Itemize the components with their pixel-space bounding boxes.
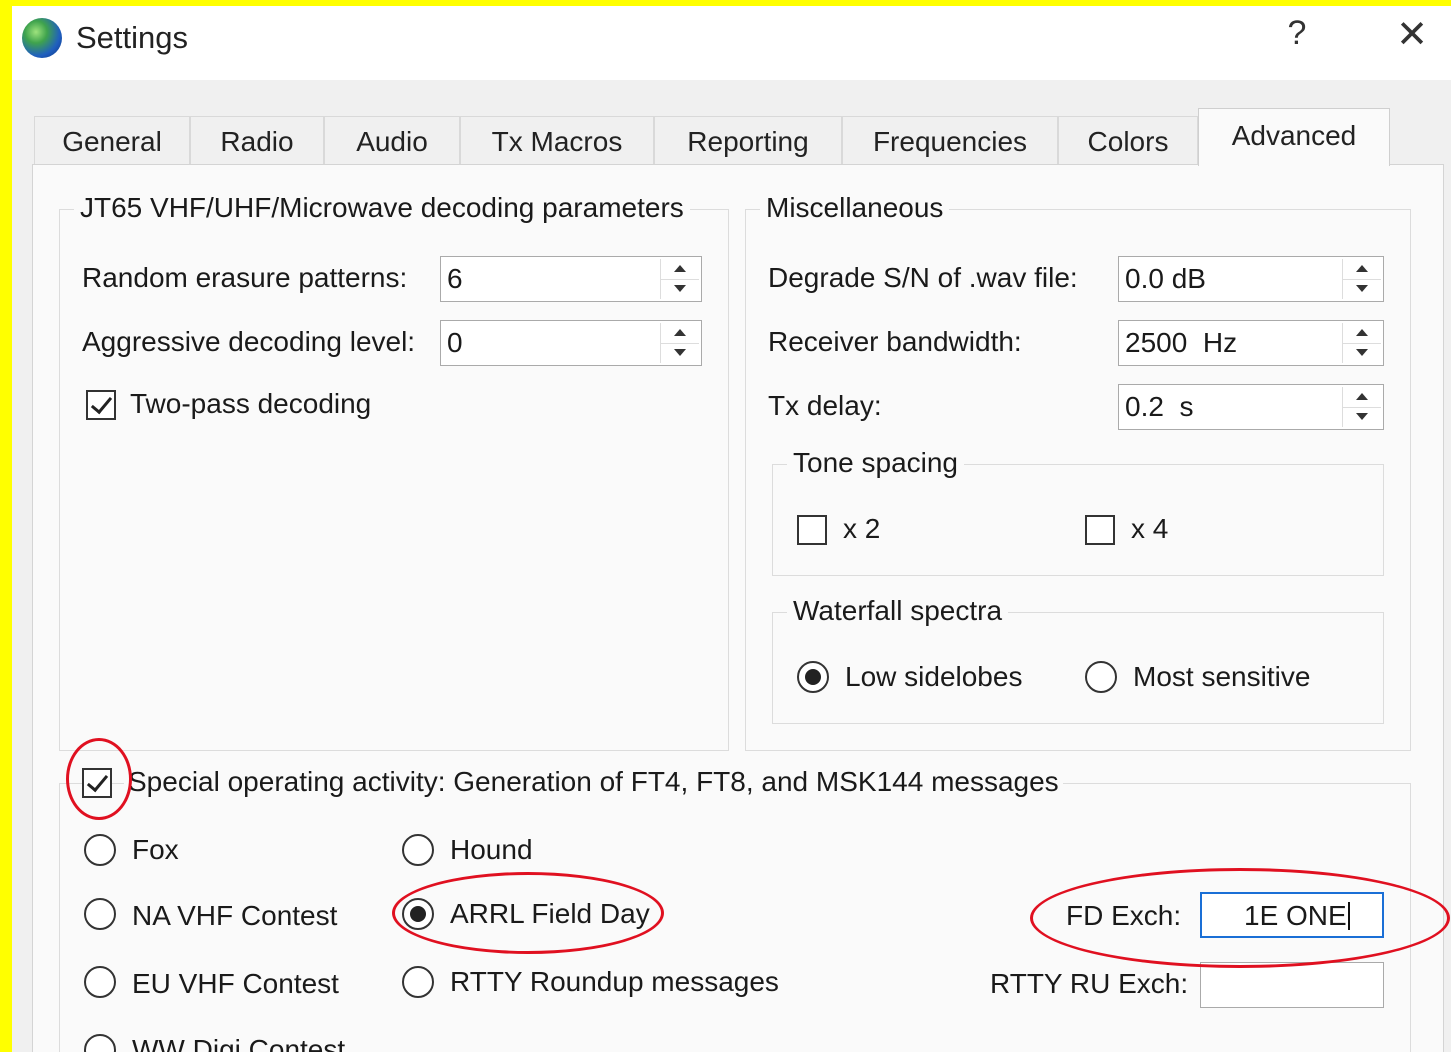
spin-down-arrow-icon[interactable] (1343, 343, 1381, 363)
aggressive-spin-buttons (660, 323, 699, 363)
most-sensitive-radio[interactable] (1085, 661, 1117, 693)
jt65-group-title: JT65 VHF/UHF/Microwave decoding paramete… (74, 192, 690, 224)
bandwidth-spin-buttons (1342, 323, 1381, 363)
aggressive-value: 0 (447, 327, 463, 358)
bandwidth-value: 2500 Hz (1125, 327, 1238, 358)
fd-exch-input[interactable]: 1E ONE (1200, 892, 1384, 938)
hound-radio[interactable] (402, 834, 434, 866)
bandwidth-label: Receiver bandwidth: (768, 326, 1022, 357)
spin-up-arrow-icon[interactable] (661, 259, 699, 280)
spin-down-arrow-icon[interactable] (1343, 279, 1381, 299)
waterfall-title: Waterfall spectra (787, 595, 1009, 627)
na-vhf-radio[interactable] (84, 898, 116, 930)
fd-exch-value: 1E ONE (1244, 900, 1350, 932)
radio-selected-dot-icon (805, 669, 821, 685)
misc-group-title: Miscellaneous (760, 192, 950, 224)
tab-audio[interactable]: Audio (324, 116, 460, 166)
fd-exch-label: FD Exch: (1066, 900, 1182, 931)
na-vhf-label: NA VHF Contest (132, 900, 338, 931)
special-activity-checkbox[interactable] (82, 768, 112, 798)
text-caret (1347, 902, 1350, 930)
tab-general[interactable]: General (34, 116, 190, 166)
checkmark-icon (90, 391, 113, 415)
aggressive-label: Aggressive decoding level: (82, 326, 416, 357)
spin-down-arrow-icon[interactable] (661, 279, 699, 299)
spin-up-arrow-icon[interactable] (1343, 323, 1381, 344)
jt65-group: JT65 VHF/UHF/Microwave decoding paramete… (59, 192, 729, 751)
txdelay-spinbox[interactable]: 0.2 s (1118, 384, 1384, 430)
close-button[interactable]: ✕ (1390, 12, 1434, 57)
degrade-spinbox[interactable]: 0.0 dB (1118, 256, 1384, 302)
tab-advanced[interactable]: Advanced (1198, 108, 1390, 166)
bandwidth-spinbox[interactable]: 2500 Hz (1118, 320, 1384, 366)
rtty-exch-input[interactable] (1200, 962, 1384, 1008)
arrl-fd-radio[interactable] (402, 898, 434, 930)
title-bar: Settings ? ✕ (12, 6, 1451, 80)
radio-selected-dot-icon (410, 906, 426, 922)
random-erasure-label: Random erasure patterns: (82, 262, 408, 293)
two-pass-checkbox[interactable] (86, 390, 116, 420)
special-activity-title: Special operating activity: Generation o… (124, 766, 1063, 798)
txdelay-spin-buttons (1342, 387, 1381, 427)
tone-x2-checkbox[interactable] (797, 515, 827, 545)
settings-window: Settings ? ✕ General Radio Audio Tx Macr… (12, 6, 1451, 1052)
rtty-exch-label: RTTY RU Exch: (990, 968, 1189, 999)
ww-digi-label: WW Digi Contest (132, 1034, 346, 1052)
random-erasure-spin-buttons (660, 259, 699, 299)
eu-vhf-label: EU VHF Contest (132, 968, 339, 999)
fox-radio[interactable] (84, 834, 116, 866)
txdelay-value: 0.2 s (1125, 391, 1194, 422)
arrl-fd-label: ARRL Field Day (450, 898, 650, 929)
low-sidelobes-label: Low sidelobes (845, 661, 1023, 692)
checkmark-icon (86, 769, 109, 793)
txdelay-label: Tx delay: (768, 390, 882, 421)
random-erasure-value: 6 (447, 263, 463, 294)
tone-spacing-group: Tone spacing x 2 x 4 (772, 447, 1384, 576)
ww-digi-radio[interactable] (84, 1034, 116, 1052)
app-globe-icon (22, 18, 62, 58)
help-button[interactable]: ? (1282, 14, 1312, 53)
misc-group: Miscellaneous Degrade S/N of .wav file: … (745, 192, 1411, 751)
tab-colors[interactable]: Colors (1058, 116, 1198, 166)
window-title: Settings (76, 20, 189, 55)
two-pass-label: Two-pass decoding (130, 388, 372, 419)
tone-x2-label: x 2 (843, 513, 881, 544)
tone-x4-checkbox[interactable] (1085, 515, 1115, 545)
spin-down-arrow-icon[interactable] (1343, 407, 1381, 427)
rtty-roundup-radio[interactable] (402, 966, 434, 998)
tab-tx-macros[interactable]: Tx Macros (460, 116, 654, 166)
special-activity-group: Special operating activity: Generation o… (59, 766, 1411, 1052)
random-erasure-spinbox[interactable]: 6 (440, 256, 702, 302)
degrade-label: Degrade S/N of .wav file: (768, 262, 1078, 293)
degrade-spin-buttons (1342, 259, 1381, 299)
low-sidelobes-radio[interactable] (797, 661, 829, 693)
eu-vhf-radio[interactable] (84, 966, 116, 998)
hound-label: Hound (450, 834, 533, 865)
degrade-value: 0.0 dB (1125, 263, 1206, 294)
aggressive-spinbox[interactable]: 0 (440, 320, 702, 366)
fox-label: Fox (132, 834, 179, 865)
tab-radio[interactable]: Radio (190, 116, 324, 166)
tab-frequencies[interactable]: Frequencies (842, 116, 1058, 166)
spin-up-arrow-icon[interactable] (661, 323, 699, 344)
spin-down-arrow-icon[interactable] (661, 343, 699, 363)
rtty-roundup-label: RTTY Roundup messages (450, 966, 779, 997)
waterfall-group: Waterfall spectra Low sidelobes Most sen… (772, 595, 1384, 724)
spin-up-arrow-icon[interactable] (1343, 387, 1381, 408)
spin-up-arrow-icon[interactable] (1343, 259, 1381, 280)
tone-spacing-title: Tone spacing (787, 447, 965, 479)
tab-reporting[interactable]: Reporting (654, 116, 842, 166)
tone-x4-label: x 4 (1131, 513, 1169, 544)
advanced-tab-panel: JT65 VHF/UHF/Microwave decoding paramete… (32, 164, 1444, 1052)
most-sensitive-label: Most sensitive (1133, 661, 1311, 692)
